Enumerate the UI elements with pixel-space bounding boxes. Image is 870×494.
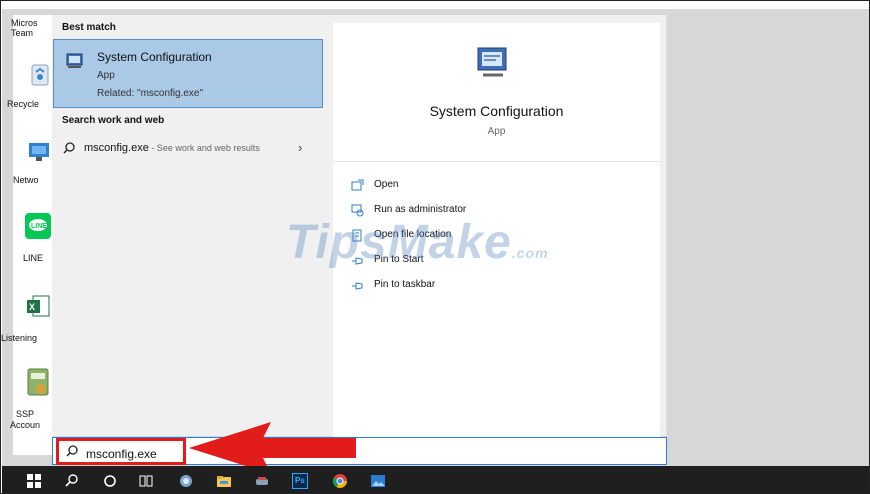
action-pin-to-taskbar-label: Pin to taskbar [374,279,436,290]
best-match-title: System Configuration [97,50,212,64]
detail-subtitle: App [487,126,506,137]
desktop-item-network[interactable]: Netwo [13,175,53,185]
ssp-accounting-icon[interactable] [25,367,51,396]
pin-icon [351,279,364,292]
chevron-right-icon[interactable]: › [298,140,302,155]
desktop-icons-column: Micros Team Recycle Netwo LINE LINE X Li… [1,15,53,455]
photoshop-label: Ps [295,476,305,485]
web-result-text: msconfig.exe - See work and web results [84,142,260,154]
excel-file-icon[interactable]: X [25,293,51,319]
detail-title: System Configuration [429,103,564,119]
detail-divider [333,161,660,162]
action-open[interactable]: Open [351,178,601,196]
system-configuration-icon [473,43,513,83]
recycle-bin-icon[interactable] [27,61,53,87]
action-pin-to-taskbar[interactable]: Pin to taskbar [351,278,601,296]
photoshop-icon[interactable]: Ps [292,473,308,489]
web-result-suffix: - See work and web results [148,143,260,153]
app-icon[interactable] [254,473,270,489]
best-match-result[interactable]: System Configuration App Related: "mscon… [53,39,323,108]
app-icon[interactable] [178,473,194,489]
watermark-suffix: .com [511,245,549,261]
search-icon [65,444,79,458]
search-icon [62,141,76,155]
desktop-item-listening[interactable]: Listening [1,333,41,343]
desktop-item-ssp[interactable]: SSP Accoun [5,409,45,431]
best-match-type: App [97,70,115,81]
photos-icon[interactable] [370,473,386,489]
best-match-heading: Best match [62,22,116,33]
task-view-icon[interactable] [138,473,154,489]
web-result-query: msconfig.exe [84,142,149,154]
cortana-icon[interactable] [102,473,118,489]
best-match-related: Related: "msconfig.exe" [97,88,204,99]
action-run-as-admin-label: Run as administrator [374,204,467,215]
svg-text:X: X [29,302,35,312]
screenshot-frame: Micros Team Recycle Netwo LINE LINE X Li… [0,0,870,494]
web-results-heading: Search work and web [62,115,165,126]
search-input[interactable]: msconfig.exe [86,447,157,461]
open-icon [351,179,364,192]
taskbar: Ps [2,466,869,493]
system-configuration-icon [66,52,84,70]
desktop-item-teams[interactable]: Micros Team [11,18,51,38]
svg-text:LINE: LINE [31,223,47,230]
search-icon[interactable] [64,473,80,489]
line-app-icon[interactable]: LINE [25,213,51,239]
desktop-item-recycle[interactable]: Recycle [7,99,47,109]
watermark: TipsMake.com [286,215,549,270]
file-explorer-icon[interactable] [216,473,232,489]
windows-start-icon[interactable] [26,473,42,489]
watermark-main: TipsMake [286,216,512,269]
network-icon[interactable] [27,137,53,163]
action-open-label: Open [374,179,399,190]
web-search-result[interactable]: msconfig.exe - See work and web results … [52,137,322,161]
chrome-icon[interactable] [332,473,348,489]
